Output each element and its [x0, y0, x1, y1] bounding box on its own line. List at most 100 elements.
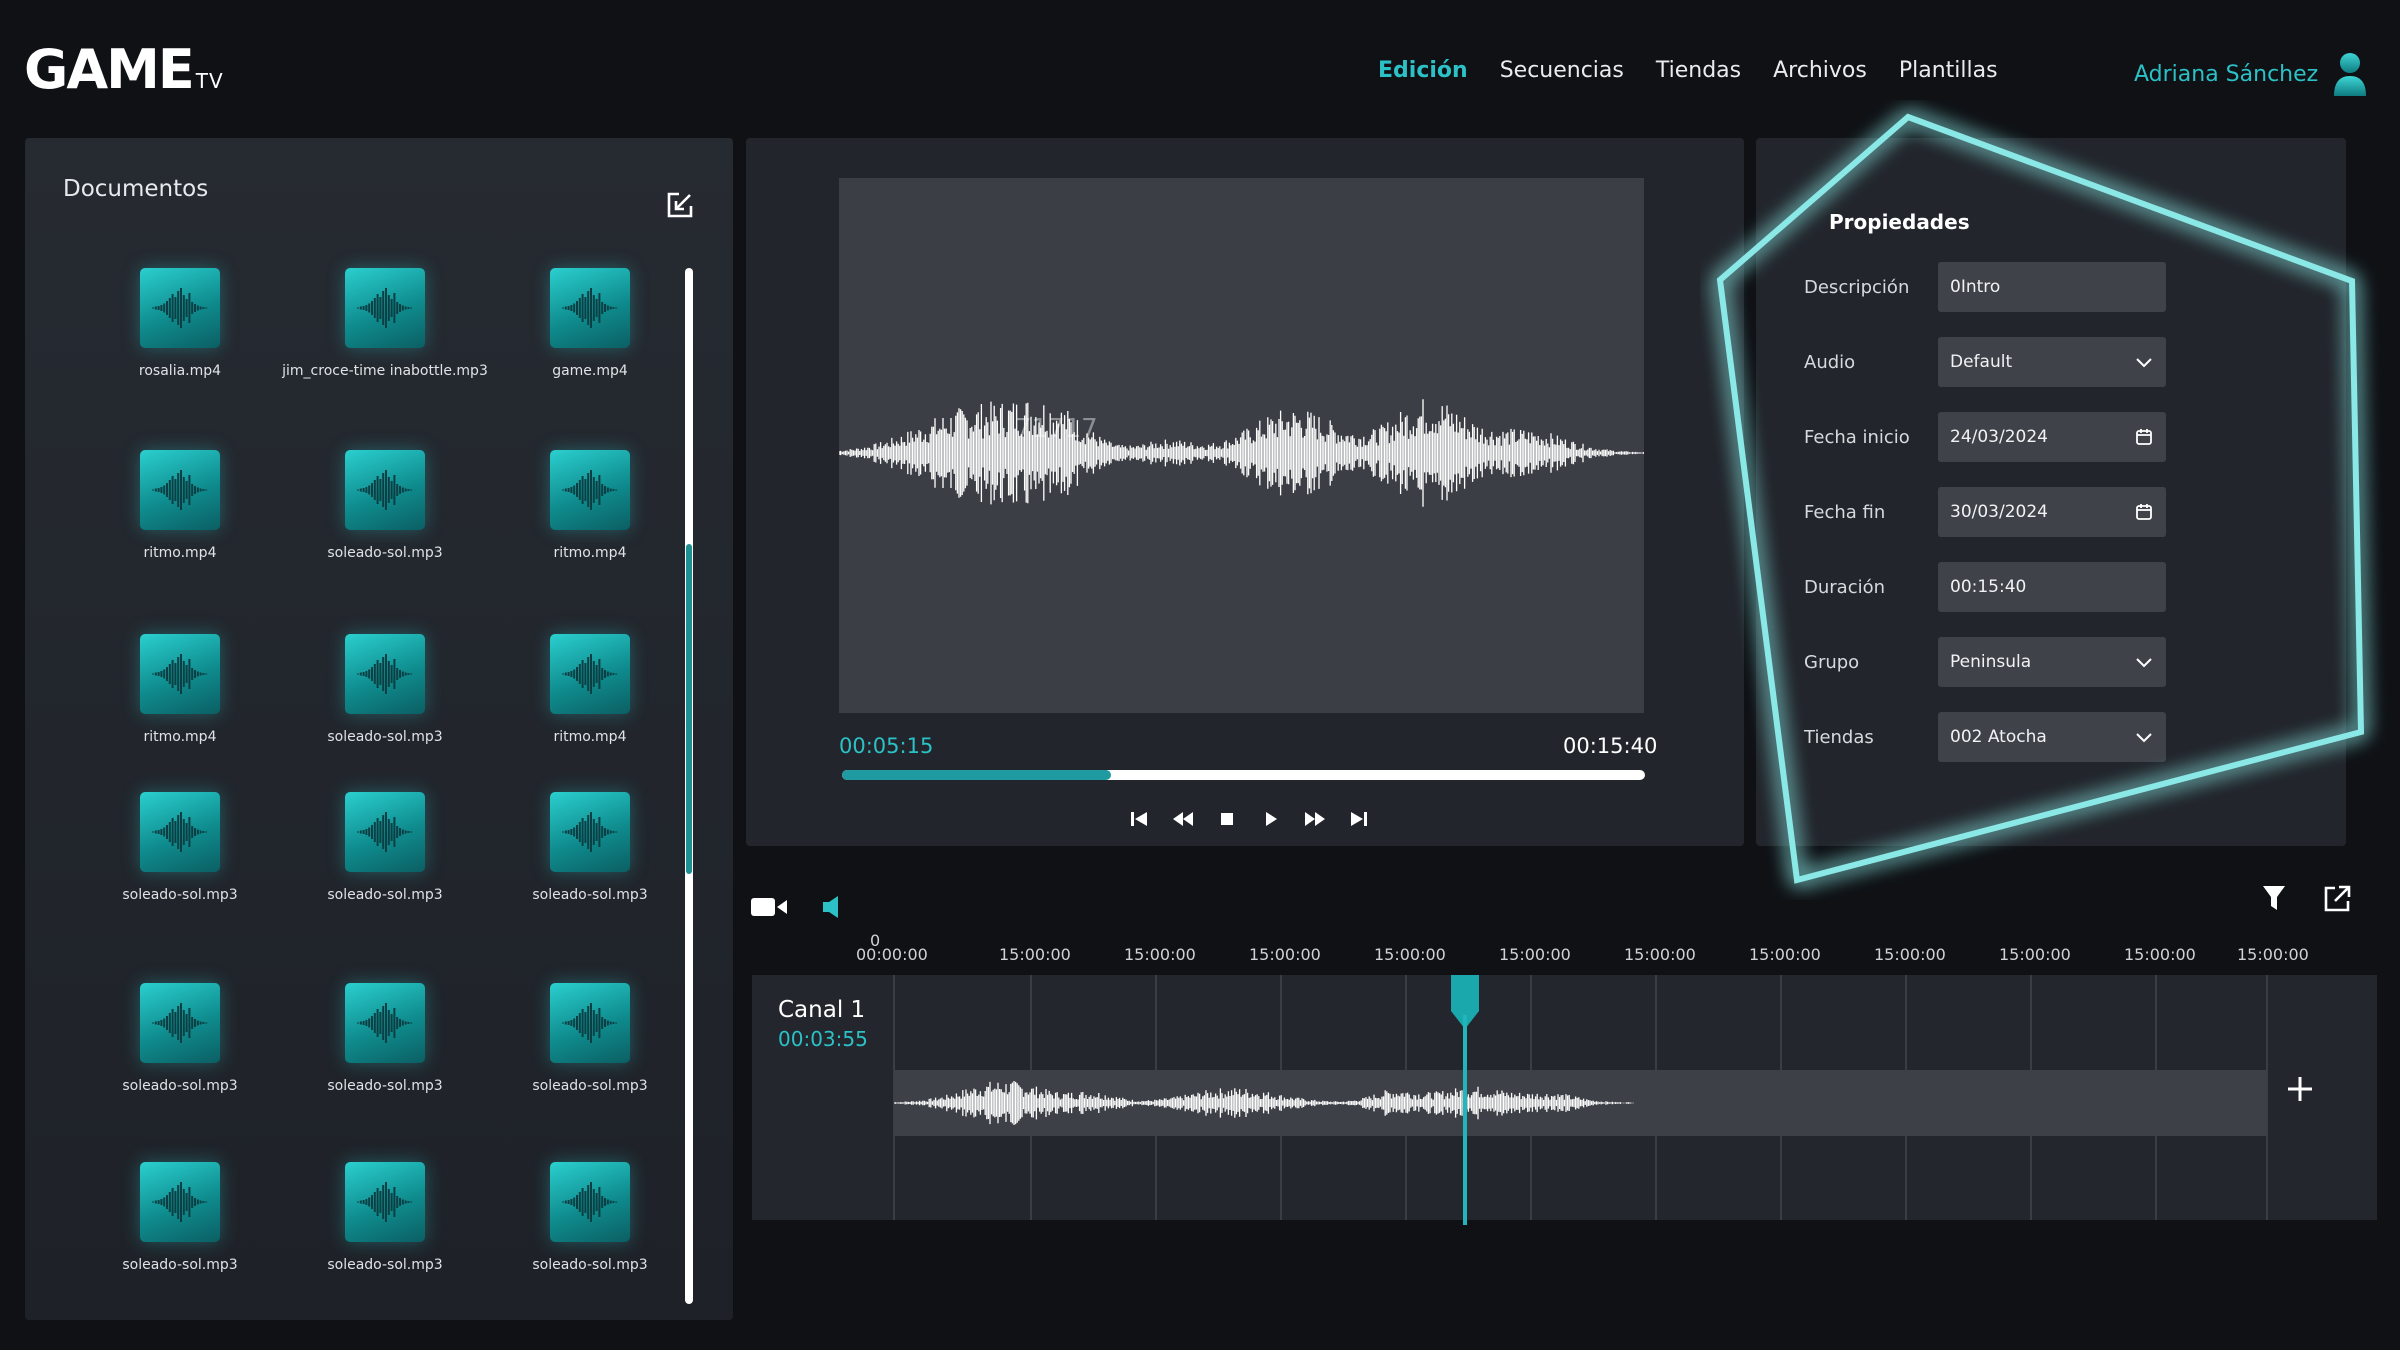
audio-waveform-icon	[140, 1162, 220, 1242]
file-item[interactable]: soleado-sol.mp3	[485, 1162, 695, 1272]
audio-waveform-icon	[550, 1162, 630, 1242]
rewind-button[interactable]	[1172, 808, 1194, 830]
file-item[interactable]: soleado-sol.mp3	[280, 634, 490, 744]
property-row: Fecha inicio 24/03/2024	[1804, 412, 2166, 462]
file-item[interactable]: soleado-sol.mp3	[280, 450, 490, 560]
ruler-tick-label: 15:00:00	[1499, 945, 1571, 964]
file-name: soleado-sol.mp3	[327, 729, 443, 745]
property-value: 24/03/2024	[1950, 427, 2048, 447]
documents-panel: Documentos rosalia.mp4 jim_croce-time ina…	[25, 138, 733, 1320]
audio-waveform-icon	[140, 268, 220, 348]
preview-screen[interactable]: 71717	[839, 178, 1644, 713]
file-item[interactable]: soleado-sol.mp3	[485, 983, 695, 1093]
file-item[interactable]: soleado-sol.mp3	[280, 1162, 490, 1272]
property-field[interactable]: 002 Atocha	[1938, 712, 2166, 762]
property-row: Duración 00:15:40	[1804, 562, 2166, 612]
stop-button[interactable]	[1216, 808, 1238, 830]
progress-bar[interactable]	[842, 770, 1645, 780]
property-value: 30/03/2024	[1950, 502, 2048, 522]
skip-forward-button[interactable]	[1348, 808, 1370, 830]
video-camera-icon[interactable]	[750, 893, 788, 921]
property-field[interactable]: 30/03/2024	[1938, 487, 2166, 537]
nav-item-plantillas[interactable]: Plantillas	[1899, 58, 1998, 83]
property-field[interactable]: Default	[1938, 337, 2166, 387]
play-icon	[1266, 812, 1277, 826]
properties-panel: Propiedades Descripción 0Intro Audio Defaul…	[1756, 138, 2346, 846]
ruler-tick-label: 15:00:00	[1374, 945, 1446, 964]
audio-waveform-icon	[140, 792, 220, 872]
playhead[interactable]	[1449, 975, 1481, 1225]
audio-clip[interactable]	[894, 1070, 2267, 1136]
properties-title: Propiedades	[1829, 210, 1970, 234]
file-item[interactable]: ritmo.mp4	[75, 450, 285, 560]
file-item[interactable]: ritmo.mp4	[75, 634, 285, 744]
fast-forward-button[interactable]	[1304, 808, 1326, 830]
file-item[interactable]: ritmo.mp4	[485, 450, 695, 560]
audio-waveform-icon	[550, 268, 630, 348]
documents-scroll-thumb[interactable]	[686, 544, 692, 874]
property-field[interactable]: Peninsula	[1938, 637, 2166, 687]
documents-title: Documentos	[63, 176, 209, 202]
user-name: Adriana Sánchez	[2134, 61, 2319, 87]
player-panel: 71717 00:05:15 00:15:40	[746, 138, 1744, 846]
audio-waveform-icon	[550, 983, 630, 1063]
edit-icon[interactable]	[665, 190, 695, 220]
skip-back-button[interactable]	[1128, 808, 1150, 830]
audio-waveform-icon	[140, 983, 220, 1063]
audio-waveform-icon	[345, 634, 425, 714]
skip-forward-icon	[1351, 812, 1367, 826]
main-nav: Edición Secuencias Tiendas Archivos Plan…	[1378, 58, 2030, 83]
channel-name: Canal 1	[778, 997, 866, 1023]
rewind-icon	[1173, 812, 1193, 826]
property-label: Duración	[1804, 576, 1886, 598]
file-name: soleado-sol.mp3	[532, 1078, 648, 1094]
play-button[interactable]	[1260, 808, 1282, 830]
file-item[interactable]: soleado-sol.mp3	[280, 792, 490, 902]
audio-waveform-icon	[345, 1162, 425, 1242]
property-label: Audio	[1804, 351, 1856, 373]
nav-item-tiendas[interactable]: Tiendas	[1656, 58, 1741, 83]
nav-item-archivos[interactable]: Archivos	[1773, 58, 1867, 83]
current-time: 00:05:15	[839, 734, 934, 758]
progress-fill	[842, 770, 1111, 780]
property-label: Fecha fin	[1804, 501, 1886, 523]
file-item[interactable]: jim_croce-time inabottle.mp3	[280, 268, 490, 378]
timeline-ruler[interactable]: 0 00:00:00 15:00:00 15:00:00 15:00:00 15:00:0…	[856, 931, 2309, 965]
preview-waveform	[839, 399, 1644, 507]
file-item[interactable]: soleado-sol.mp3	[485, 792, 695, 902]
ruler-tick-label: 15:00:00	[2237, 945, 2309, 964]
audio-waveform-icon	[550, 792, 630, 872]
file-item[interactable]: soleado-sol.mp3	[280, 983, 490, 1093]
calendar-icon	[2136, 504, 2152, 520]
file-name: soleado-sol.mp3	[532, 887, 648, 903]
property-row: Audio Default	[1804, 337, 2166, 387]
property-field[interactable]: 24/03/2024	[1938, 412, 2166, 462]
chevron-down-icon	[2136, 658, 2152, 668]
fast-forward-icon	[1305, 812, 1325, 826]
audio-waveform-icon	[345, 983, 425, 1063]
nav-item-edicion[interactable]: Edición	[1378, 58, 1468, 83]
property-field[interactable]: 00:15:40	[1938, 562, 2166, 612]
property-field[interactable]: 0Intro	[1938, 262, 2166, 312]
filter-icon[interactable]	[2262, 884, 2286, 912]
logo-main-text: GAME	[24, 38, 195, 101]
file-name: ritmo.mp4	[553, 545, 627, 561]
file-item[interactable]: soleado-sol.mp3	[75, 983, 285, 1093]
ruler-tick-label: 15:00:00	[1874, 945, 1946, 964]
calendar-icon	[2136, 429, 2152, 445]
file-item[interactable]: rosalia.mp4	[75, 268, 285, 378]
add-icon[interactable]	[2280, 1069, 2320, 1109]
file-name: ritmo.mp4	[143, 729, 217, 745]
file-item[interactable]: game.mp4	[485, 268, 695, 378]
user-menu[interactable]: Adriana Sánchez	[2134, 52, 2368, 96]
file-item[interactable]: ritmo.mp4	[485, 634, 695, 744]
file-name: soleado-sol.mp3	[122, 1078, 238, 1094]
speaker-icon[interactable]	[822, 893, 842, 921]
external-link-icon[interactable]	[2322, 884, 2352, 914]
file-item[interactable]: soleado-sol.mp3	[75, 1162, 285, 1272]
file-name: ritmo.mp4	[553, 729, 627, 745]
property-value: 002 Atocha	[1950, 727, 2047, 747]
file-item[interactable]: soleado-sol.mp3	[75, 792, 285, 902]
app-logo[interactable]: GAME TV	[24, 38, 224, 101]
nav-item-secuencias[interactable]: Secuencias	[1500, 58, 1624, 83]
